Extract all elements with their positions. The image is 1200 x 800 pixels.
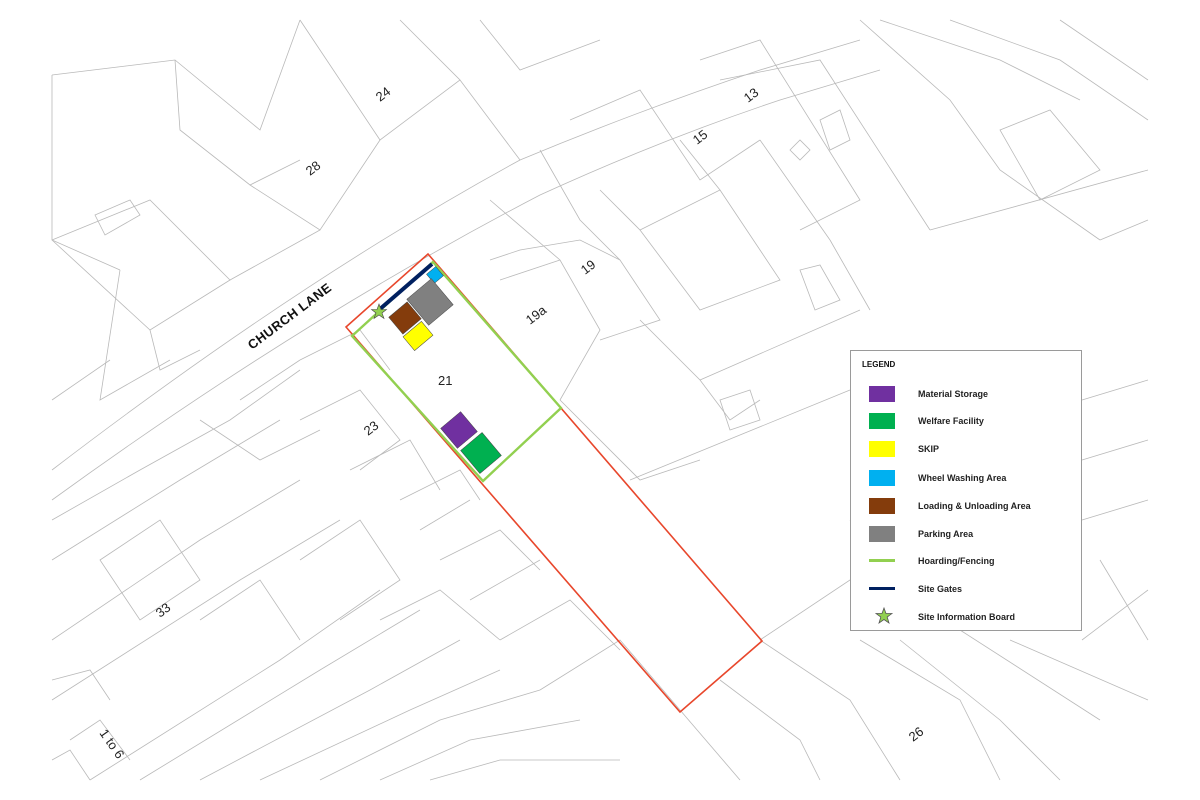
- plot-label-1-to-6: 1 to 6: [97, 726, 128, 761]
- hoarding-fencing-swatch: [869, 559, 895, 562]
- legend-label: Material Storage: [918, 389, 989, 399]
- wheel-washing-swatch: [869, 470, 895, 486]
- plot-label-21: 21: [438, 373, 452, 388]
- legend-item-welfare-facility: Welfare Facility: [851, 411, 1083, 431]
- legend-label: Welfare Facility: [918, 416, 984, 426]
- hoarding-fence: [350, 260, 563, 483]
- parking-area-swatch: [869, 526, 895, 542]
- legend-item-skip: SKIP: [851, 439, 1083, 459]
- legend-label: SKIP: [918, 444, 940, 454]
- loading-unloading-swatch: [869, 498, 895, 514]
- legend-item-hoarding-fencing: Hoarding/Fencing: [851, 551, 1083, 571]
- legend-label: Parking Area: [918, 529, 974, 539]
- legend-label: Wheel Washing Area: [918, 473, 1007, 483]
- legend-item-material-storage: Material Storage: [851, 384, 1083, 404]
- legend-item-loading-unloading-area: Loading & Unloading Area: [851, 496, 1083, 516]
- legend-item-site-gates: Site Gates: [851, 579, 1083, 599]
- legend-title: LEGEND: [862, 360, 896, 369]
- plot-label-23: 23: [361, 418, 382, 439]
- legend-item-site-information-board: Site Information Board: [851, 607, 1083, 627]
- map-legend: LEGEND Material Storage Welfare Facility…: [850, 350, 1082, 631]
- legend-item-parking-area: Parking Area: [851, 524, 1083, 544]
- plot-label-33: 33: [153, 600, 174, 621]
- material-storage-swatch: [869, 386, 895, 402]
- skip-swatch: [869, 441, 895, 457]
- road-label-church-lane: CHURCH LANE: [245, 280, 335, 353]
- plot-label-13: 13: [741, 85, 762, 106]
- welfare-facility-swatch: [869, 413, 895, 429]
- plot-label-19: 19: [578, 257, 599, 278]
- site-gates-swatch: [869, 587, 895, 590]
- plot-label-26: 26: [906, 724, 927, 745]
- star-icon: [875, 607, 893, 624]
- plot-label-19a: 19a: [523, 302, 550, 327]
- legend-item-wheel-washing-area: Wheel Washing Area: [851, 468, 1083, 488]
- plot-label-28: 28: [303, 158, 324, 179]
- plot-label-24: 24: [373, 84, 394, 105]
- legend-label: Loading & Unloading Area: [918, 501, 1031, 511]
- legend-label: Site Gates: [918, 584, 963, 594]
- plot-label-15: 15: [690, 127, 711, 148]
- legend-label: Site Information Board: [918, 612, 1016, 622]
- legend-label: Hoarding/Fencing: [918, 556, 995, 566]
